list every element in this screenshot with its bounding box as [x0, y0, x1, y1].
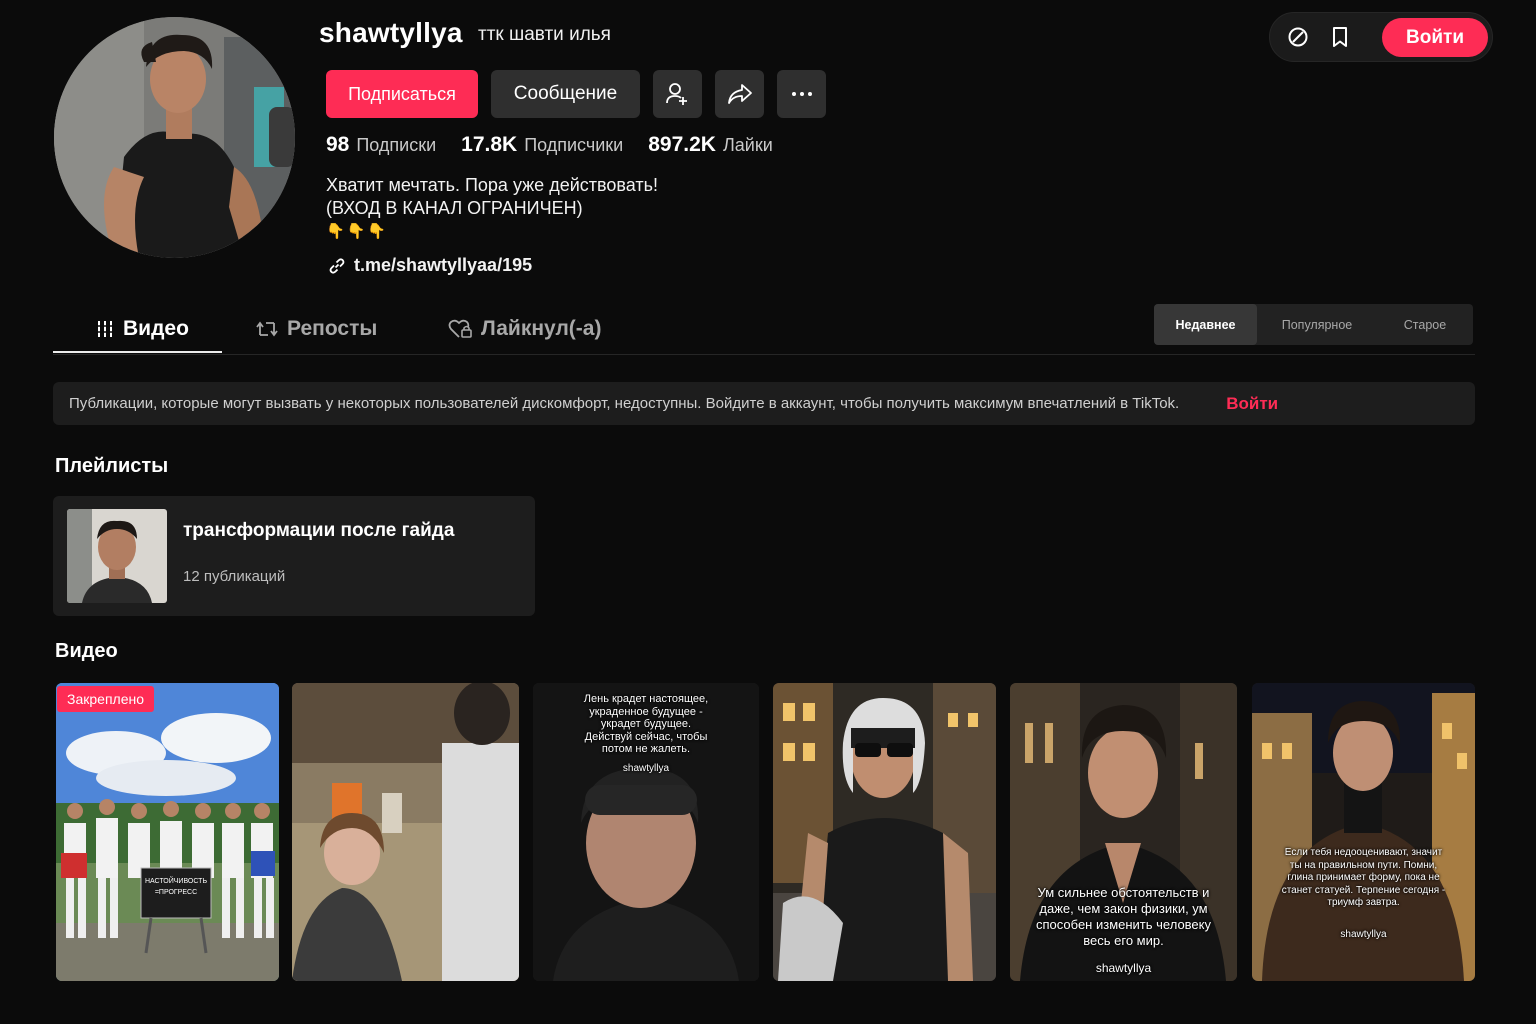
playlist-thumbnail — [67, 509, 167, 603]
more-dots-icon — [791, 92, 812, 96]
video-caption: Если тебя недооценивают, значит ты на пр… — [1281, 847, 1446, 908]
stat-followers[interactable]: 17.8K Подписчики — [461, 133, 623, 157]
profile-actions: Подписаться Сообщение — [326, 70, 826, 118]
grid-bars-icon — [96, 321, 114, 337]
profile-page: Войти shawtyllya ттк шавти илья Подписат… — [0, 0, 1536, 1024]
heart-lock-icon — [448, 319, 472, 338]
stat-likes: 897.2K Лайки — [648, 133, 773, 157]
video-caption: Лень крадет настоящее, украденное будуще… — [583, 693, 709, 755]
tab-label: Репосты — [287, 317, 378, 340]
stat-number: 897.2K — [648, 133, 716, 156]
video-card[interactable]: НАСТОЙЧИВОСТЬ =ПРОГРЕСС Закреплено — [56, 683, 279, 981]
sort-popular[interactable]: Популярное — [1257, 304, 1377, 345]
video-card[interactable] — [292, 683, 519, 981]
sort-recent[interactable]: Недавнее — [1154, 304, 1257, 345]
tab-label: Лайкнул(-а) — [481, 317, 602, 340]
username: shawtyllya — [319, 17, 463, 48]
sort-oldest[interactable]: Старое — [1377, 304, 1473, 345]
playlist-count: 12 публикаций — [183, 568, 286, 585]
video-card[interactable]: Лень крадет настоящее, украденное будуще… — [533, 683, 759, 981]
stats-row: 98 Подписки 17.8K Подписчики 897.2K Лайк… — [326, 133, 773, 157]
pinned-badge: Закреплено — [57, 686, 154, 712]
tab-label: Видео — [123, 317, 189, 340]
bio-line: (ВХОД В КАНАЛ ОГРАНИЧЕН) — [326, 198, 583, 218]
playlists-title: Плейлисты — [55, 455, 169, 477]
video-caption: Ум сильнее обстоятельств и даже, чем зак… — [1036, 885, 1211, 948]
playlist-card[interactable]: трансформации после гайда 12 публикаций — [53, 496, 535, 616]
video-thumbnail — [773, 683, 996, 981]
profile-link[interactable]: t.me/shawtyllyaa/195 — [328, 255, 532, 276]
stat-label: Подписки — [356, 135, 437, 155]
sort-toggle: Недавнее Популярное Старое — [1154, 304, 1473, 345]
bio-line: Хватит мечтать. Пора уже действовать! — [326, 175, 658, 195]
stat-label: Подписчики — [524, 135, 624, 155]
share-button[interactable] — [715, 70, 764, 118]
stat-label: Лайки — [722, 135, 773, 155]
block-icon[interactable] — [1278, 17, 1318, 57]
tab-reposts[interactable]: Репосты — [256, 303, 377, 355]
link-icon — [329, 257, 345, 274]
message-button[interactable]: Сообщение — [491, 70, 640, 118]
link-text: t.me/shawtyllyaa/195 — [354, 255, 533, 275]
playlist-title: трансформации после гайда — [183, 520, 455, 541]
notice-login-link[interactable]: Войти — [1226, 394, 1278, 414]
videos-title: Видео — [55, 640, 118, 662]
user-plus-icon — [665, 83, 687, 105]
video-card[interactable]: Ум сильнее обстоятельств и даже, чем зак… — [1010, 683, 1237, 981]
tab-videos[interactable]: Видео — [96, 303, 189, 355]
repost-icon — [256, 321, 278, 337]
bookmark-icon[interactable] — [1320, 17, 1360, 57]
notice-text: Публикации, которые могут вызвать у неко… — [69, 395, 1180, 412]
video-card[interactable] — [773, 683, 996, 981]
add-friend-button[interactable] — [653, 70, 702, 118]
more-button[interactable] — [777, 70, 826, 118]
video-watermark: shawtyllya — [622, 763, 670, 774]
share-arrow-icon — [727, 84, 752, 104]
follow-button[interactable]: Подписаться — [326, 70, 478, 118]
stat-following[interactable]: 98 Подписки — [326, 133, 436, 157]
video-card[interactable]: Если тебя недооценивают, значит ты на пр… — [1252, 683, 1475, 981]
top-actions: Войти — [1269, 12, 1493, 62]
bio: Хватит мечтать. Пора уже действовать! (В… — [326, 174, 658, 243]
sign-text: НАСТОЙЧИВОСТЬ =ПРОГРЕСС — [144, 878, 208, 896]
avatar — [54, 17, 295, 258]
video-thumbnail — [292, 683, 519, 981]
stat-number: 98 — [326, 133, 350, 156]
bio-emoji: 👇👇👇 — [326, 223, 389, 240]
active-tab-indicator — [53, 351, 222, 353]
video-thumbnail — [56, 683, 279, 981]
tab-liked[interactable]: Лайкнул(-а) — [448, 303, 601, 355]
video-watermark: shawtyllya — [1095, 961, 1152, 975]
header-login-button[interactable]: Войти — [1382, 18, 1488, 57]
nickname: ттк шавти илья — [478, 24, 611, 45]
stat-number: 17.8K — [461, 133, 518, 156]
restricted-notice: Публикации, которые могут вызвать у неко… — [53, 382, 1475, 425]
video-watermark: shawtyllya — [1340, 929, 1387, 940]
